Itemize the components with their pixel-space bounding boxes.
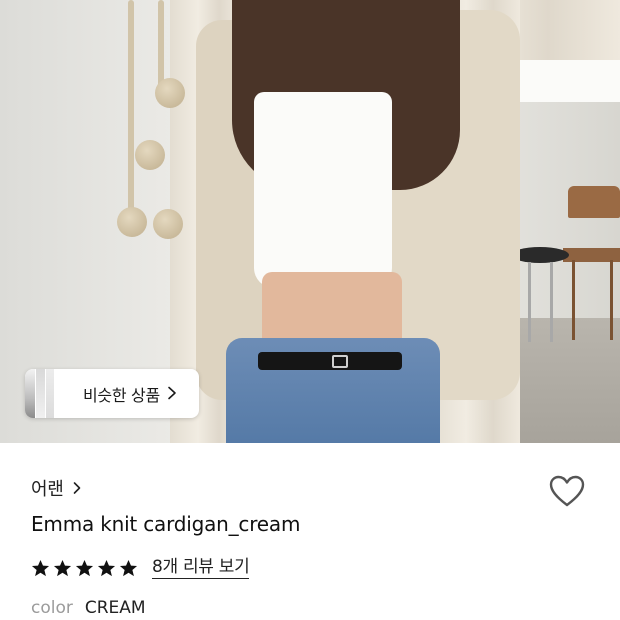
product-title: Emma knit cardigan_cream	[31, 512, 301, 536]
rating-row: 8개 리뷰 보기	[31, 555, 250, 581]
brand-name: 어랜	[31, 479, 64, 500]
photo-belt	[258, 352, 402, 370]
rating-stars	[31, 559, 141, 578]
photo-chair-leg	[572, 260, 575, 340]
option-value: CREAM	[84, 598, 146, 618]
photo-belt-buckle	[332, 355, 348, 368]
similar-products-button[interactable]: 비슷한 상품	[25, 369, 199, 418]
chevron-right-icon	[168, 386, 176, 400]
star-filled-icon	[119, 559, 138, 576]
similar-thumbnail	[35, 369, 45, 418]
photo-rope	[128, 0, 134, 215]
photo-blouse	[254, 92, 392, 288]
brand-link[interactable]: 어랜	[31, 474, 82, 502]
star-filled-icon	[75, 559, 94, 576]
photo-stool-leg	[528, 262, 531, 342]
photo-stool-leg	[550, 262, 553, 342]
product-photo[interactable]: 비슷한 상품	[0, 0, 620, 443]
photo-floor	[505, 318, 620, 443]
photo-chair-leg	[610, 260, 613, 340]
option-label: color	[31, 598, 73, 618]
wishlist-button[interactable]	[548, 473, 586, 511]
similar-thumbnail	[45, 369, 54, 418]
heart-outline-icon	[549, 475, 585, 507]
reviews-link[interactable]: 8개 리뷰 보기	[152, 557, 250, 579]
chevron-right-icon	[73, 482, 80, 494]
photo-chair	[568, 186, 620, 218]
photo-tassel	[155, 78, 185, 108]
photo-tassel	[117, 207, 147, 237]
star-filled-icon	[53, 559, 72, 576]
star-filled-icon	[31, 559, 50, 576]
similar-products-thumbnails	[25, 369, 54, 418]
photo-tassel	[135, 140, 165, 170]
photo-tassel	[153, 209, 183, 239]
option-row: color CREAM	[31, 598, 146, 618]
similar-products-label: 비슷한 상품	[83, 385, 160, 405]
similar-thumbnail	[25, 369, 35, 418]
star-filled-icon	[97, 559, 116, 576]
